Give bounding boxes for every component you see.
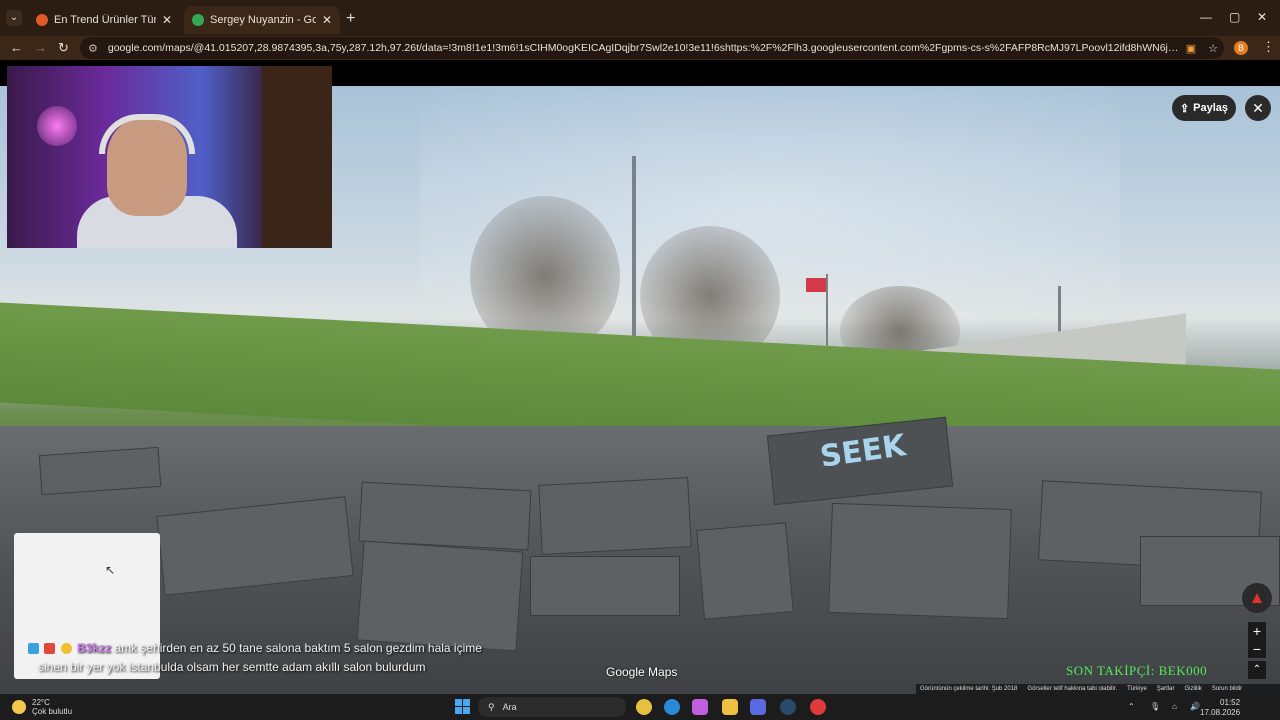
weather-sun-icon — [12, 700, 26, 714]
rock — [38, 446, 162, 496]
tab-close-icon[interactable]: ✕ — [322, 13, 332, 27]
tab-title: En Trend Ürünler Türkiye'nin Or — [54, 14, 156, 26]
bookmark-star-icon[interactable]: ☆ — [1208, 42, 1218, 55]
close-street-view-button[interactable]: ✕ — [1245, 95, 1271, 121]
share-icon: ⇪ — [1179, 102, 1190, 115]
country-link[interactable]: Türkiye — [1127, 686, 1147, 692]
headset — [99, 114, 195, 154]
weather-temp: 22°C — [32, 698, 50, 707]
tray-chevron-icon[interactable]: ⌃ — [1128, 702, 1135, 711]
system-clock[interactable]: 01:52 17.08.2026 — [1200, 698, 1240, 718]
forward-arrow-icon[interactable]: → — [34, 40, 47, 55]
tab-google-maps[interactable]: Sergey Nuyanzin - Google Hari ✕ — [184, 6, 340, 34]
chat-badge-icon — [44, 643, 56, 655]
address-bar-row: ← → ↻ ⚙ google.com/maps/@41.015207,28.98… — [0, 36, 1280, 60]
chat-message-line2: sinen bir yer yok istanbulda olsam her s… — [38, 660, 426, 674]
rock — [356, 540, 524, 652]
chat-badge-icon — [60, 643, 72, 655]
profile-avatar[interactable]: B — [1234, 41, 1248, 55]
report-link[interactable]: Sorun bildir — [1212, 686, 1242, 692]
rock — [358, 481, 532, 551]
mouse-cursor-icon: ↖ — [105, 563, 116, 577]
zoom-out-button[interactable]: − — [1248, 640, 1266, 658]
browser-tab-bar: ⌄ En Trend Ürünler Türkiye'nin Or ✕ Serg… — [0, 0, 1280, 36]
chat-badge-icon — [28, 643, 39, 655]
chrome-icon[interactable] — [636, 699, 652, 715]
site-info-icon[interactable]: ⚙ — [88, 42, 98, 55]
last-follower-label: SON TAKİPÇİ: BEK000 — [1066, 663, 1208, 678]
rock — [538, 477, 692, 555]
copilot-icon[interactable] — [692, 699, 708, 715]
chat-message-line1: B3kzz amk şehirden en az 50 tane salona … — [28, 641, 482, 655]
privacy-link[interactable]: Gizlilik — [1184, 686, 1201, 692]
rock — [828, 502, 1012, 620]
maps-pin-icon — [192, 14, 204, 26]
neon-sign — [37, 106, 77, 146]
network-icon[interactable]: ⌂ — [1172, 702, 1177, 711]
tab-favicon-icon — [36, 14, 48, 26]
url-field[interactable]: ⚙ google.com/maps/@41.015207,28.9874395,… — [80, 37, 1224, 59]
taskbar: 22°C Çok bulutlu ⚲ Ara ⌃ 🎙 ⌂ 🔊 01:52 17.… — [0, 694, 1280, 720]
compass-needle-icon — [1252, 593, 1262, 603]
file-explorer-icon[interactable] — [722, 699, 738, 715]
taskbar-search[interactable]: ⚲ Ara — [478, 697, 626, 717]
volume-icon[interactable]: 🔊 — [1190, 702, 1200, 711]
share-label: Paylaş — [1193, 102, 1229, 114]
reload-icon[interactable]: ↻ — [58, 40, 69, 56]
copyright-notice: Görseller telif hakkına tabi olabilir. — [1027, 686, 1118, 692]
tab-close-icon[interactable]: ✕ — [162, 13, 172, 27]
chat-text: amk şehirden en az 50 tane salona baktım… — [114, 641, 482, 655]
minimize-button[interactable]: — — [1200, 10, 1212, 24]
google-maps-logo: Google Maps — [606, 665, 678, 679]
expand-map-button[interactable]: ⌃ — [1248, 661, 1266, 679]
maximize-button[interactable]: ▢ — [1229, 10, 1240, 24]
tab-search-menu-icon[interactable]: ⌄ — [6, 10, 22, 26]
zoom-in-button[interactable]: + — [1248, 622, 1266, 640]
clock-date: 17.08.2026 — [1200, 708, 1241, 717]
weather-widget[interactable]: 22°C Çok bulutlu — [12, 698, 72, 716]
webcam-overlay — [7, 66, 332, 248]
search-icon: ⚲ — [488, 701, 495, 712]
edge-icon[interactable] — [664, 699, 680, 715]
rock — [696, 522, 794, 620]
tab-trend-urunler[interactable]: En Trend Ürünler Türkiye'nin Or ✕ — [28, 8, 180, 32]
clock-time: 01:52 — [1220, 698, 1241, 707]
steam-icon[interactable] — [780, 699, 796, 715]
windows-start-icon[interactable] — [455, 699, 470, 714]
window-close-button[interactable]: ✕ — [1257, 10, 1267, 24]
open-in-app-icon[interactable]: ▣ — [1186, 42, 1196, 55]
url-text: google.com/maps/@41.015207,28.9874395,3a… — [107, 42, 1180, 54]
compass-icon[interactable] — [1242, 583, 1272, 613]
weather-desc: Çok bulutlu — [32, 707, 73, 716]
share-button[interactable]: ⇪ Paylaş — [1172, 95, 1236, 121]
terms-link[interactable]: Şartlar — [1157, 686, 1175, 692]
teams-icon[interactable] — [750, 699, 766, 715]
more-menu-icon[interactable]: ⋮ — [1262, 39, 1275, 55]
chat-username: B3kzz — [77, 641, 112, 655]
capture-date: Görüntünün çekilme tarihi: Şub 2018 — [920, 686, 1018, 692]
door — [262, 66, 332, 248]
obs-icon[interactable] — [810, 699, 826, 715]
rock — [530, 556, 680, 616]
search-placeholder: Ara — [502, 702, 517, 712]
maps-footer: Görüntünün çekilme tarihi: Şub 2018 Görs… — [916, 684, 1280, 694]
microphone-icon[interactable]: 🎙 — [1150, 702, 1160, 711]
tab-title: Sergey Nuyanzin - Google Hari — [210, 14, 316, 26]
chat-panel — [14, 533, 160, 679]
flag-pole — [826, 274, 828, 354]
back-arrow-icon[interactable]: ← — [10, 40, 23, 55]
turkish-flag — [806, 278, 826, 292]
new-tab-button[interactable]: + — [346, 10, 355, 28]
